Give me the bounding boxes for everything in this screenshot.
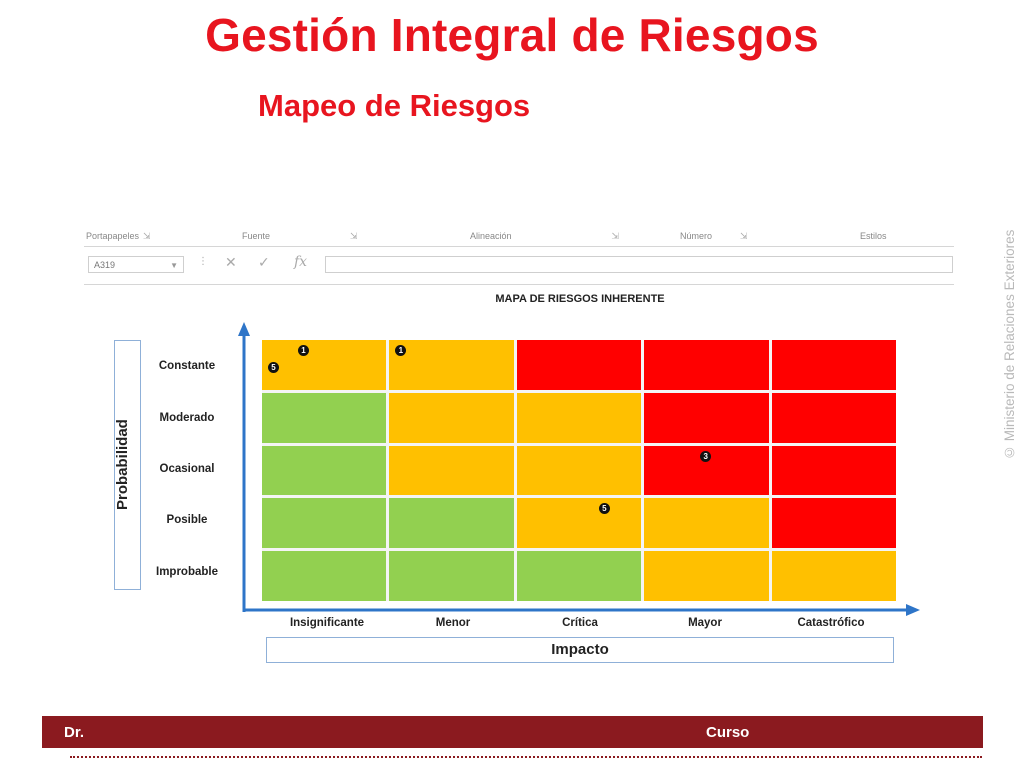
risk-cell xyxy=(644,498,769,549)
risk-cell xyxy=(262,498,387,549)
risk-marker-icon: 3 xyxy=(700,450,712,462)
probability-level-label: Improbable xyxy=(156,566,218,578)
risk-cell xyxy=(644,551,769,601)
risk-cell: 5 xyxy=(516,498,642,549)
footer-right-text: Curso xyxy=(706,724,750,741)
risk-cell xyxy=(516,392,642,443)
risk-cell xyxy=(516,445,642,496)
risk-cell xyxy=(516,551,642,601)
risk-marker-icon: 1 xyxy=(298,345,309,356)
risk-heatmap-grid: 15135 xyxy=(262,340,896,601)
footer-left-text: Dr. xyxy=(64,724,85,741)
risk-cell xyxy=(262,445,387,496)
impact-level-label: Crítica xyxy=(562,617,598,629)
risk-cell xyxy=(771,340,896,390)
risk-cell xyxy=(516,340,642,390)
footer-dotted-rule xyxy=(70,756,982,758)
risk-marker-icon: 1 xyxy=(395,345,407,356)
risk-cell: 3 xyxy=(644,445,769,496)
risk-cell xyxy=(644,392,769,443)
risk-cell xyxy=(389,551,514,601)
risk-marker-icon: 5 xyxy=(598,503,610,515)
risk-cell xyxy=(771,392,896,443)
probability-axis-label: Probabilidad xyxy=(114,419,131,511)
risk-cell xyxy=(771,498,896,549)
impact-level-label: Catastrófico xyxy=(797,617,865,629)
risk-cell xyxy=(389,392,514,443)
risk-marker-icon: 5 xyxy=(268,362,279,373)
impact-level-label: Mayor xyxy=(688,617,722,629)
risk-cell xyxy=(644,340,769,390)
impact-level-label: Menor xyxy=(435,617,471,629)
probability-level-label: Posible xyxy=(166,514,208,526)
footer-bar: Dr. Curso xyxy=(42,716,983,748)
probability-level-label: Constante xyxy=(158,360,216,372)
risk-cell: 15 xyxy=(262,340,387,390)
probability-level-label: Ocasional xyxy=(159,463,215,475)
risk-cell xyxy=(262,551,387,601)
impact-axis-label: Impacto xyxy=(266,637,894,663)
impact-level-label: Insignificante xyxy=(289,617,365,629)
risk-cell xyxy=(262,392,387,443)
risk-cell: 1 xyxy=(389,340,514,390)
risk-cell xyxy=(771,445,896,496)
risk-cell xyxy=(771,551,896,601)
risk-cell xyxy=(389,445,514,496)
x-axis-arrow-icon xyxy=(906,604,920,616)
y-axis-arrow-icon xyxy=(238,322,250,336)
probability-level-label: Moderado xyxy=(159,412,215,424)
risk-cell xyxy=(389,498,514,549)
